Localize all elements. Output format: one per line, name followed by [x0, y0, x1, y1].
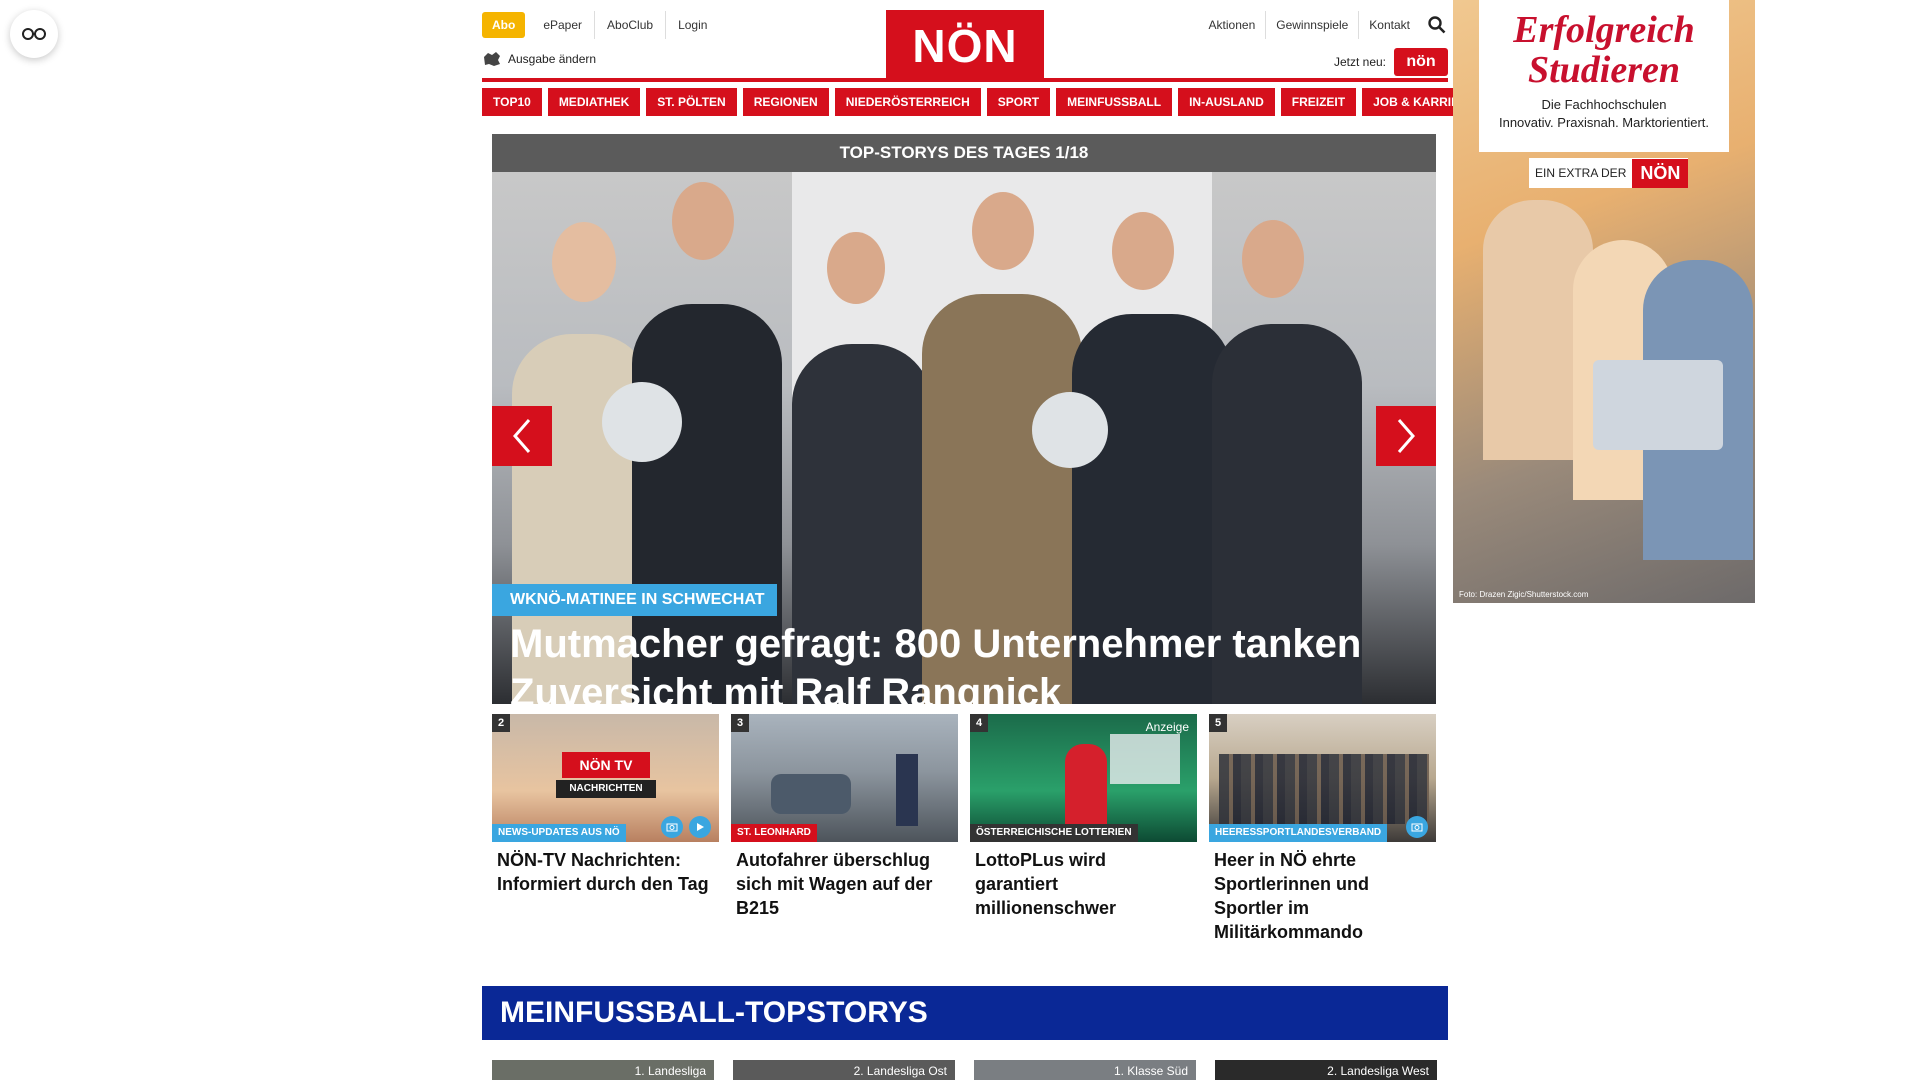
nav-meinfussball[interactable]: MEINFUSSBALL — [1056, 88, 1173, 116]
league-label: 1. Landesliga — [634, 1064, 706, 1078]
league-label: 2. Landesliga West — [1327, 1064, 1429, 1078]
abo-button[interactable]: Abo — [482, 12, 526, 38]
top-story-headline[interactable]: Mutmacher gefragt: 800 Unternehmer tanke… — [510, 620, 1396, 704]
play-icon — [689, 816, 711, 838]
ad-label: Anzeige — [1145, 720, 1189, 734]
league-label: 2. Landesliga Ost — [853, 1064, 947, 1078]
meinfussball-heading[interactable]: MEINFUSSBALL-TOPSTORYS — [482, 986, 1448, 1040]
sidebar-ad[interactable]: Erfolgreich Studieren Die Fachhochschule… — [1453, 0, 1755, 603]
teaser-card[interactable]: NÖN TV NACHRICHTEN 2 NEWS-UPDATES AUS NÖ… — [492, 714, 719, 944]
page: Abo ePaper AboClub Login Ausgabe ändern … — [482, 0, 1487, 1080]
teaser-card[interactable]: 3 ST. LEONHARD Autofahrer überschlug sic… — [731, 714, 958, 944]
jetzt-neu: Jetzt neu: nön — [1334, 48, 1448, 76]
ad-subtitle-1: Die Fachhochschulen — [1541, 97, 1667, 112]
ad-subtitle-2: Innovativ. Praxisnah. Marktorientiert. — [1498, 115, 1709, 130]
nav-in-ausland[interactable]: IN-AUSLAND — [1178, 88, 1275, 116]
site-header: Abo ePaper AboClub Login Ausgabe ändern … — [482, 0, 1448, 82]
aktionen-link[interactable]: Aktionen — [1199, 11, 1266, 39]
ausgabe-label: Ausgabe ändern — [508, 52, 597, 66]
aboclub-link[interactable]: AboClub — [594, 11, 665, 39]
teaser-title: LottoPLus wird garantiert millionenschwe… — [975, 850, 1117, 918]
teaser-number: 3 — [731, 714, 749, 732]
chevron-right-icon — [1397, 419, 1415, 453]
ad-extra-logo: NÖN — [1632, 158, 1689, 188]
camera-icon — [661, 816, 683, 838]
ausgabe-aendern[interactable]: Ausgabe ändern — [482, 51, 596, 67]
kontakt-link[interactable]: Kontakt — [1358, 11, 1420, 39]
meinfussball-card[interactable]: 2. Landesliga Ost — [733, 1060, 955, 1080]
teaser-card[interactable]: 4 Anzeige ÖSTERREICHISCHE LOTTERIEN Lott… — [970, 714, 1197, 944]
nav-top10[interactable]: TOP10 — [482, 88, 542, 116]
ad-photo-credit: Foto: Drazen Zigic/Shutterstock.com — [1459, 590, 1589, 599]
top-story-heading: TOP-STORYS DES TAGES 1/18 — [492, 134, 1436, 172]
search-icon[interactable] — [1426, 14, 1448, 36]
teaser-number: 5 — [1209, 714, 1227, 732]
nav-sport[interactable]: SPORT — [986, 88, 1051, 116]
teaser-row: NÖN TV NACHRICHTEN 2 NEWS-UPDATES AUS NÖ… — [492, 714, 1436, 944]
chevron-left-icon — [513, 419, 531, 453]
meinfussball-cards: 1. Landesliga 2. Landesliga Ost 1. Klass… — [492, 1060, 1437, 1080]
camera-icon — [1406, 816, 1428, 838]
teaser-tag: HEERESSPORTLANDESVERBAND — [1209, 824, 1388, 842]
teaser-tag: ST. LEONHARD — [731, 824, 817, 842]
meinfussball-card[interactable]: 1. Klasse Süd — [974, 1060, 1196, 1080]
map-icon — [484, 52, 500, 66]
jetzt-neu-label: Jetzt neu: — [1333, 55, 1386, 69]
nav-regionen[interactable]: REGIONEN — [742, 88, 829, 116]
nav-freizeit[interactable]: FREIZEIT — [1280, 88, 1357, 116]
login-link[interactable]: Login — [665, 11, 719, 39]
teaser-number: 4 — [970, 714, 988, 732]
epaper-link[interactable]: ePaper — [531, 11, 594, 39]
slider-prev-button[interactable] — [492, 406, 552, 466]
teaser-title: Autofahrer überschlug sich mit Wagen auf… — [736, 850, 933, 918]
main-nav: TOP10 MEDIATHEK ST. PÖLTEN REGIONEN NIED… — [482, 88, 1487, 116]
teaser-card[interactable]: 5 HEERESSPORTLANDESVERBAND Heer in NÖ eh… — [1209, 714, 1436, 944]
top-story-slider: TOP-STORYS DES TAGES 1/18 WKNÖ-MATINEE I… — [492, 134, 1436, 704]
top-nav: Abo ePaper AboClub Login — [482, 11, 719, 39]
meinfussball-card[interactable]: 2. Landesliga West — [1215, 1060, 1437, 1080]
nav-st-poelten[interactable]: ST. PÖLTEN — [646, 88, 737, 116]
ad-textbox: Erfolgreich Studieren Die Fachhochschule… — [1479, 0, 1729, 152]
ad-title: Erfolgreich Studieren — [1513, 9, 1695, 91]
glasses-icon — [22, 28, 46, 40]
teaser-tag: ÖSTERREICHISCHE LOTTERIEN — [970, 824, 1138, 842]
nav-niederoesterreich[interactable]: NIEDERÖSTERREICH — [834, 88, 981, 116]
teaser-title: NÖN-TV Nachrichten: Informiert durch den… — [497, 850, 709, 894]
right-nav: Aktionen Gewinnspiele Kontakt — [1199, 11, 1448, 39]
non-logo[interactable]: NÖN — [886, 10, 1044, 82]
reader-mode-button[interactable] — [10, 10, 58, 58]
teaser-title: Heer in NÖ ehrte Sportlerinnen und Sport… — [1214, 850, 1369, 942]
gewinnspiele-link[interactable]: Gewinnspiele — [1265, 11, 1358, 39]
top-story-kicker: WKNÖ-MATINEE IN SCHWECHAT — [492, 584, 777, 616]
ad-extra-label: EIN EXTRA DER NÖN — [1529, 158, 1689, 188]
teaser-number: 2 — [492, 714, 510, 732]
teaser-tag: NEWS-UPDATES AUS NÖ — [492, 824, 626, 842]
top-story-image[interactable]: WKNÖ-MATINEE IN SCHWECHAT Mutmacher gefr… — [492, 172, 1436, 704]
nav-mediathek[interactable]: MEDIATHEK — [547, 88, 641, 116]
meinfussball-card[interactable]: 1. Landesliga — [492, 1060, 714, 1080]
ad-extra-text: EIN EXTRA DER — [1535, 166, 1627, 180]
slider-next-button[interactable] — [1376, 406, 1436, 466]
non-app-badge[interactable]: nön — [1394, 48, 1448, 76]
league-label: 1. Klasse Süd — [1113, 1064, 1188, 1078]
